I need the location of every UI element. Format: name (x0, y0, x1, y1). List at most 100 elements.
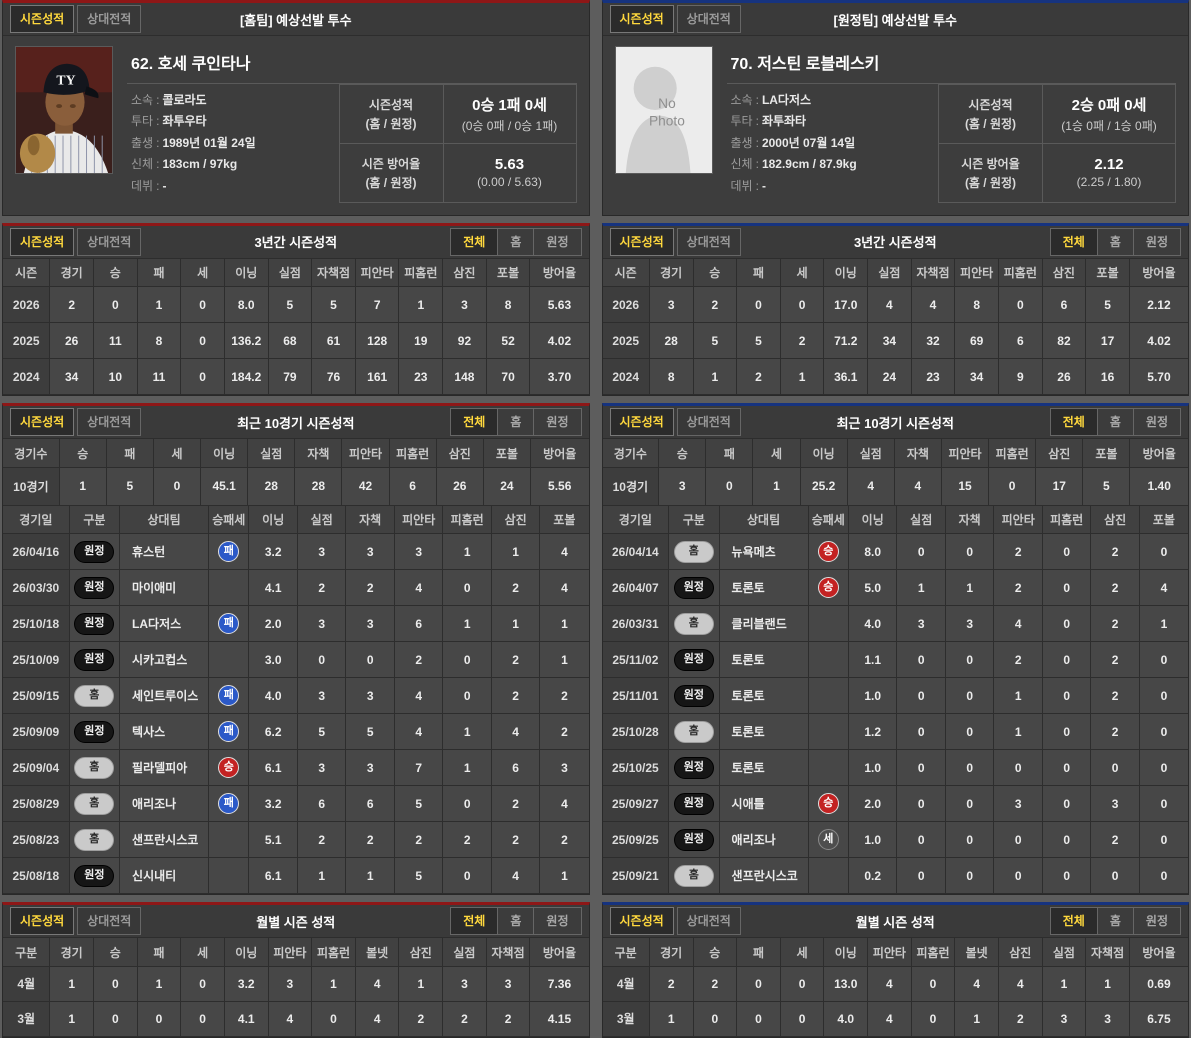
filter-away[interactable]: 원정 (1133, 408, 1181, 437)
result-cell (208, 569, 250, 607)
game-log-body: 26/04/16 원정 휴스턴 패 3.2 3 3 3 1 1 4 26/03/30 원정 마이애미 4.1… (3, 533, 589, 895)
filter-all[interactable]: 전체 (450, 907, 499, 936)
column-header: 자책점 (1085, 938, 1130, 967)
stat-cell: 1 (1041, 965, 1087, 1002)
stat-cell: 1.2 (847, 713, 898, 751)
game-log-body: 26/04/14 홈 뉴욕메츠 승 8.0 0 0 2 0 2 0 26/04/07 원정 토론토 승 5.0… (602, 533, 1188, 895)
filter-away[interactable]: 원정 (534, 408, 582, 437)
tab-head-to-head[interactable]: 상대전적 (77, 408, 142, 437)
stat-cell: 3 (345, 749, 395, 787)
result-badge: 승 (817, 793, 839, 815)
game-date: 25/09/21 (602, 857, 670, 895)
tab-head-to-head[interactable]: 상대전적 (77, 227, 142, 256)
tab-head-to-head[interactable]: 상대전적 (676, 408, 741, 437)
stat-cell: 52 (485, 322, 531, 360)
column-header: 피홈런 (988, 439, 1037, 468)
column-header: 삼진 (435, 439, 484, 468)
stat-cell: 1 (944, 569, 995, 607)
stat-cell: 0 (896, 785, 946, 823)
filter-home[interactable]: 홈 (498, 408, 535, 437)
stat-cell: 1 (58, 466, 107, 506)
filter-away[interactable]: 원정 (1133, 907, 1181, 936)
stat-cell: 4 (954, 965, 999, 1002)
tab-head-to-head[interactable]: 상대전적 (676, 5, 741, 33)
filter-home[interactable]: 홈 (498, 907, 535, 936)
filter-away[interactable]: 원정 (1133, 227, 1181, 256)
filter-home[interactable]: 홈 (498, 227, 535, 256)
header-row: 시즌 경기 승 패 세 이닝 실점 자책점 피안타 피홈런 삼진 포볼 방어율 (3, 258, 589, 288)
player-info-row: 신체:183cm / 97kg (131, 156, 335, 173)
column-header: 방어율 (1128, 938, 1188, 967)
stat-cell: 2 (993, 569, 1043, 607)
stat-cell: 4 (893, 466, 942, 506)
filter-all[interactable]: 전체 (1049, 227, 1098, 256)
stat-box-label-main: 시즌성적 (968, 97, 1013, 112)
tab-season-stats[interactable]: 시즌성적 (609, 227, 674, 256)
stat-cell: 0 (296, 641, 347, 679)
stat-cell: 0 (736, 1000, 781, 1037)
column-header: 피안타 (267, 938, 313, 967)
three-year-table-body: 2026 3 2 0 0 17.0 4 4 8 0 6 5 2.12 2025 28 5 5 2 71.2 34 32 6… (602, 286, 1188, 396)
filter-all[interactable]: 전체 (450, 227, 499, 256)
stat-cell: 69 (954, 322, 999, 360)
result-cell: 패 (208, 785, 250, 823)
game-log-row: 25/08/23 홈 샌프란시스코 5.1 2 2 2 2 2 2 (3, 821, 589, 859)
stat-cell: 1 (49, 1000, 94, 1037)
stat-cell: 3 (345, 677, 395, 715)
venue-cell: 홈 (668, 533, 720, 571)
stat-cell: 1 (398, 286, 444, 324)
stat-cell: 5 (393, 857, 444, 895)
stat-box-value: 2.12 (2.25 / 1.80) (1043, 144, 1175, 202)
venue-cell: 원정 (68, 605, 121, 643)
column-header: 경기수 (602, 439, 660, 468)
filter-home[interactable]: 홈 (1097, 227, 1134, 256)
opponent-cell: 토론토 (718, 677, 809, 715)
table-row: 3월 1 0 0 0 4.1 4 0 4 2 2 2 4.15 (3, 1000, 589, 1037)
filter-all[interactable]: 전체 (1049, 408, 1098, 437)
filter-all[interactable]: 전체 (450, 408, 499, 437)
stat-box-value-sub: (2.25 / 1.80) (1076, 175, 1142, 190)
tab-season-stats[interactable]: 시즌성적 (10, 5, 75, 33)
stat-cell: 1 (442, 749, 492, 787)
tab-season-stats[interactable]: 시즌성적 (609, 5, 674, 33)
game-date: 25/08/23 (3, 821, 70, 859)
tab-head-to-head[interactable]: 상대전적 (77, 907, 142, 936)
stat-cell: 23 (398, 358, 444, 396)
venue-cell: 원정 (668, 821, 720, 859)
tab-head-to-head[interactable]: 상대전적 (77, 5, 142, 33)
venue-badge: 원정 (74, 720, 115, 743)
result-cell: 패 (208, 605, 250, 643)
stat-cell: 2 (692, 965, 738, 1002)
tab-season-stats[interactable]: 시즌성적 (609, 907, 674, 936)
tab-season-stats[interactable]: 시즌성적 (10, 227, 75, 256)
player-info-value: 콜로라도 (162, 93, 207, 107)
scope-filter-group: 전체 홈 원정 (1049, 907, 1181, 936)
column-header: 패 (136, 258, 182, 288)
tab-season-stats[interactable]: 시즌성적 (609, 408, 674, 437)
tab-head-to-head[interactable]: 상대전적 (676, 907, 741, 936)
filter-home[interactable]: 홈 (1097, 907, 1134, 936)
filter-home[interactable]: 홈 (1097, 408, 1134, 437)
tab-season-stats[interactable]: 시즌성적 (10, 907, 75, 936)
stat-cell: 6 (296, 785, 347, 823)
stat-cell: 8 (954, 286, 999, 324)
stat-cell: 2 (393, 821, 444, 859)
game-log-row: 25/08/29 홈 애리조나 패 3.2 6 6 5 0 2 4 (3, 785, 589, 823)
filter-away[interactable]: 원정 (534, 227, 582, 256)
filter-all[interactable]: 전체 (1049, 907, 1098, 936)
stat-cell: 2 (539, 677, 589, 715)
stat-cell: 0 (1041, 533, 1092, 571)
tab-season-stats[interactable]: 시즌성적 (10, 408, 75, 437)
column-header: 자책점 (910, 258, 956, 288)
section-player-away: 시즌성적 상대전적 [원정팀] 예상선발 투수 No Photo 70. 저스틴 로블레스… (601, 0, 1189, 216)
player-info-value: 2000년 07월 14일 (761, 135, 856, 150)
column-header: 실점 (846, 439, 895, 468)
player-info-label: 투타 (730, 114, 753, 129)
opponent-cell: 시애틀 (718, 785, 809, 823)
player-info-value: 1989년 01월 24일 (162, 135, 256, 150)
section-recent-games-away: 시즌성적 상대전적 최근 10경기 시즌성적 전체 홈 원정 경기수 승 패 세 이닝 실점 자책 피안타… (601, 403, 1189, 896)
tab-head-to-head[interactable]: 상대전적 (676, 227, 741, 256)
column-header: 자책 (893, 439, 942, 468)
stat-cell: 0 (736, 286, 781, 324)
filter-away[interactable]: 원정 (534, 907, 582, 936)
